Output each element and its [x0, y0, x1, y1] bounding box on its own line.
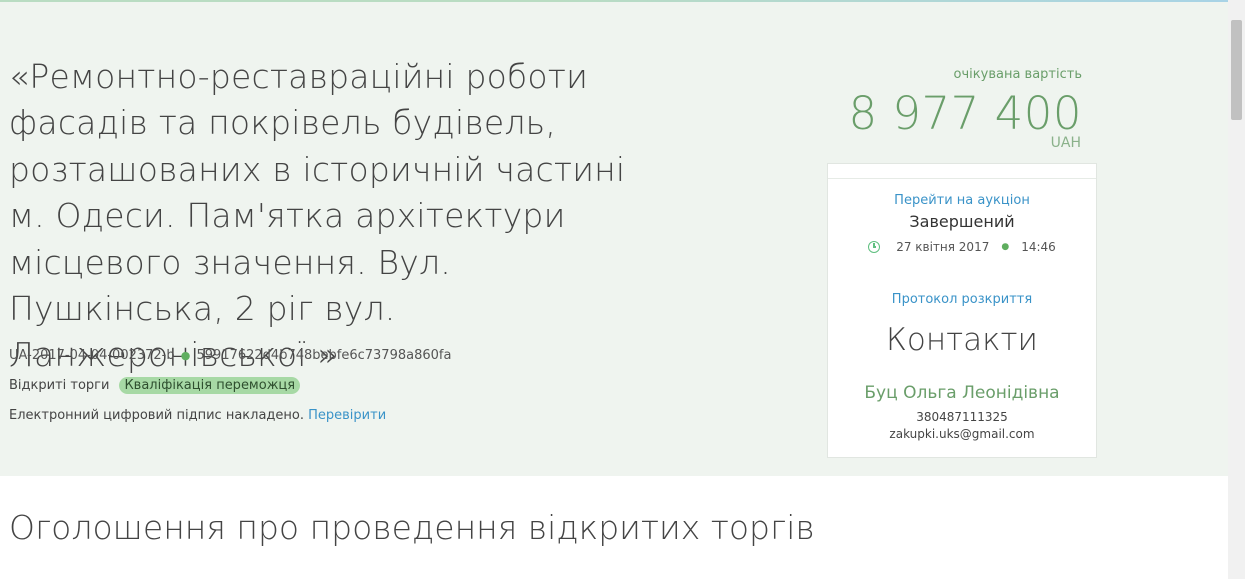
procedure-row: Відкриті торги Кваліфікація переможця	[9, 377, 301, 394]
contact-name: Буц Ольга Леонідівна	[864, 383, 1060, 403]
page-scrollbar[interactable]	[1228, 0, 1245, 579]
tender-identifiers: UA-2017-04-04-002372-b ● 59917622d4b748b…	[9, 348, 451, 363]
tender-title: «Ремонтно-реставраційні роботи фасадів т…	[9, 57, 626, 375]
expected-value-label: очікувана вартість	[953, 67, 1082, 82]
signature-text: Електронний цифровий підпис накладено.	[9, 408, 304, 423]
auction-time: 14:46	[1021, 240, 1056, 254]
status-badge: Кваліфікація переможця	[119, 377, 301, 394]
dot-separator-icon: ●	[1001, 242, 1010, 252]
card-divider	[828, 178, 1096, 179]
auction-date: 27 квітня 2017	[896, 240, 990, 254]
verify-signature-link[interactable]: Перевірити	[308, 408, 386, 423]
tender-hash: 59917622d4b748bebfe6c73798a860fa	[196, 348, 452, 363]
signature-row: Електронний цифровий підпис накладено. П…	[9, 408, 386, 423]
scrollbar-thumb[interactable]	[1231, 20, 1242, 120]
procedure-type: Відкриті торги	[9, 378, 110, 393]
dot-separator-icon: ●	[180, 349, 191, 362]
clock-icon	[868, 241, 881, 253]
announcement-title: Оголошення про проведення відкритих торг…	[9, 508, 815, 547]
auction-datetime: 27 квітня 2017 ● 14:46	[828, 240, 1096, 254]
currency-label: UAH	[1050, 135, 1081, 151]
go-to-auction-link[interactable]: Перейти на аукціон	[828, 193, 1096, 208]
auction-status: Завершений	[909, 212, 1015, 231]
contact-phone: 380487111325	[916, 410, 1008, 424]
contacts-title: Контакти	[886, 322, 1038, 358]
expected-value-amount: 8 977 400	[848, 87, 1082, 140]
side-info-card: Перейти на аукціон Завершений 27 квітня …	[827, 163, 1097, 458]
protocol-link[interactable]: Протокол розкриття	[828, 292, 1096, 307]
tender-id: UA-2017-04-04-002372-b	[9, 348, 175, 363]
contact-email: zakupki.uks@gmail.com	[889, 427, 1035, 441]
